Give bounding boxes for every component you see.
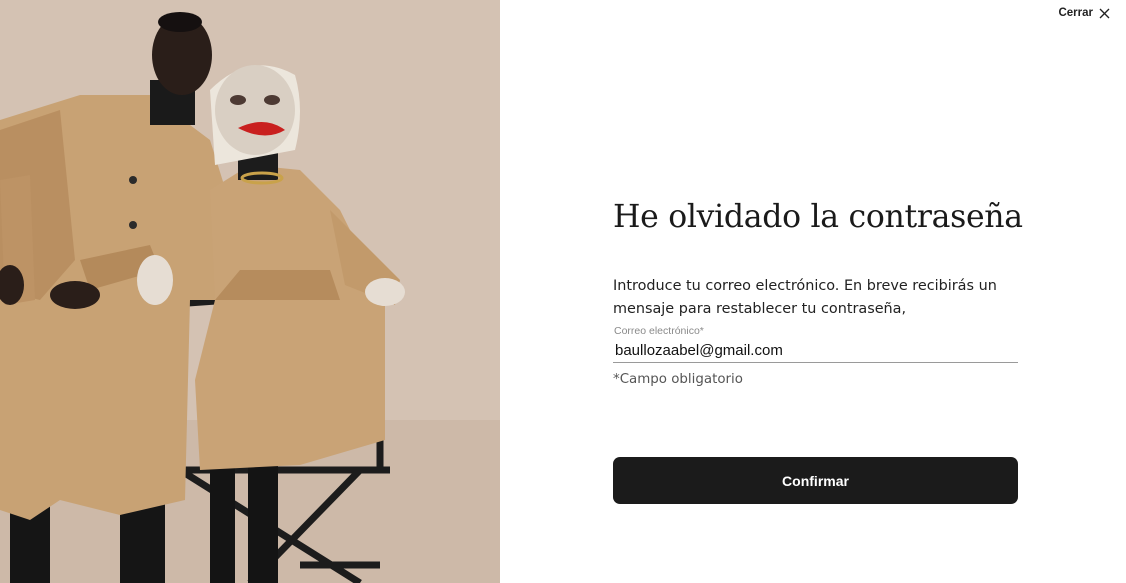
password-reset-page: Cerrar He olvidado la contraseña Introdu… bbox=[0, 0, 1126, 583]
close-button[interactable]: Cerrar bbox=[1058, 6, 1110, 20]
email-input[interactable] bbox=[613, 340, 1020, 360]
reset-form-panel: Cerrar He olvidado la contraseña Introdu… bbox=[500, 0, 1126, 583]
page-title: He olvidado la contraseña bbox=[613, 199, 1023, 235]
fashion-photo-illustration bbox=[0, 0, 500, 583]
required-note: *Campo obligatorio bbox=[613, 372, 743, 387]
confirm-button[interactable]: Confirmar bbox=[613, 457, 1018, 504]
form-description: Introduce tu correo electrónico. En brev… bbox=[613, 278, 997, 317]
close-icon bbox=[1099, 8, 1110, 19]
email-label: Correo electrónico* bbox=[614, 325, 704, 337]
close-label: Cerrar bbox=[1058, 7, 1093, 19]
reset-form: He olvidado la contraseña Introduce tu c… bbox=[613, 196, 1023, 388]
fashion-photo bbox=[0, 0, 500, 583]
email-field[interactable]: Correo electrónico* bbox=[613, 325, 1020, 363]
